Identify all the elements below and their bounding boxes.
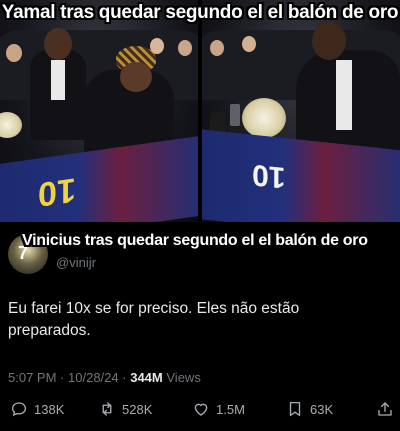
meta-separator: · bbox=[122, 370, 127, 385]
user-handle[interactable]: @vinijr bbox=[56, 255, 96, 270]
tweet-text: Eu farei 10x se for preciso. Eles não es… bbox=[8, 298, 388, 342]
share-icon bbox=[378, 402, 392, 416]
tweet-actions: 138K 528K 1.5M 63K bbox=[0, 400, 400, 424]
reply-count: 138K bbox=[34, 401, 65, 417]
share-button[interactable] bbox=[376, 400, 394, 418]
guest-head bbox=[6, 44, 22, 62]
reply-button[interactable]: 138K bbox=[10, 400, 64, 418]
tweet-time[interactable]: 5:07 PM bbox=[8, 370, 56, 385]
meme-top-caption: Yamal tras quedar segundo el el balón de… bbox=[1, 2, 399, 23]
meme-overlay-caption: Vinicius tras quedar segundo el el balón… bbox=[22, 232, 368, 249]
meme-photos: 10 10 Yamal tras quedar segundo el el ba… bbox=[0, 0, 400, 222]
photo-left-signing: 10 bbox=[0, 0, 198, 222]
meta-separator: · bbox=[60, 370, 65, 385]
views-label: Views bbox=[166, 370, 201, 385]
shirt bbox=[51, 60, 65, 100]
repost-count: 528K bbox=[122, 401, 153, 417]
jersey-number: 10 bbox=[38, 170, 76, 214]
guest-head bbox=[178, 40, 192, 56]
shirt bbox=[336, 60, 352, 130]
like-button[interactable]: 1.5M bbox=[192, 400, 245, 418]
jersey-number: 10 bbox=[252, 157, 286, 195]
tweet-card: 7 Vinicius tras quedar segundo el el bal… bbox=[0, 222, 400, 431]
tweet-text-line: Eu farei 10x se for preciso. Eles não es… bbox=[8, 300, 300, 317]
views-count: 344M bbox=[130, 370, 163, 385]
repost-icon bbox=[102, 402, 112, 416]
player-head bbox=[120, 62, 152, 92]
player-head bbox=[44, 28, 72, 60]
bookmark-button[interactable]: 63K bbox=[286, 400, 333, 418]
guest-head bbox=[210, 40, 224, 56]
photo-right-signing: 10 bbox=[202, 0, 400, 222]
tweet-date[interactable]: 10/28/24 bbox=[68, 370, 119, 385]
tweet-metadata: 5:07 PM · 10/28/24 · 344M Views bbox=[8, 370, 201, 385]
bookmark-count: 63K bbox=[310, 401, 334, 417]
repost-button[interactable]: 528K bbox=[98, 400, 152, 418]
guest-head bbox=[242, 36, 256, 52]
glass bbox=[230, 104, 240, 126]
tweet-text-line: preparados. bbox=[8, 322, 91, 339]
reply-icon bbox=[11, 402, 27, 417]
player-head bbox=[312, 22, 346, 60]
like-count: 1.5M bbox=[216, 401, 245, 417]
flower-arrangement bbox=[242, 98, 286, 138]
flower-arrangement bbox=[0, 112, 22, 138]
heart-icon bbox=[194, 403, 208, 416]
bookmark-icon bbox=[289, 401, 301, 417]
